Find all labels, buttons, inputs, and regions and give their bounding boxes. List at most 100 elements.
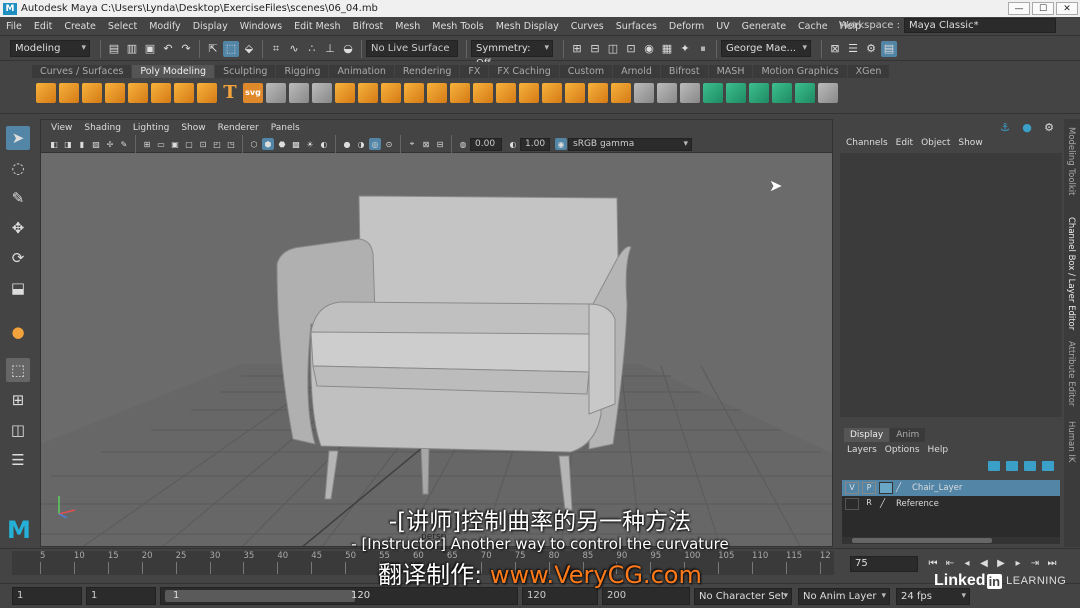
insert-edge-loop-icon[interactable] bbox=[680, 83, 700, 103]
exposure-field[interactable]: 0.00 bbox=[470, 137, 502, 151]
channel-box-help-icon[interactable]: ● bbox=[1019, 119, 1035, 135]
layer-menu-options[interactable]: Options bbox=[882, 445, 925, 455]
layer-tab-display[interactable]: Display bbox=[844, 428, 890, 442]
undo-icon[interactable]: ↶ bbox=[160, 41, 176, 57]
close-button[interactable]: ✕ bbox=[1056, 2, 1078, 15]
shelf-tab-sculpting[interactable]: Sculpting bbox=[215, 65, 276, 78]
shelf-tab-poly-modeling[interactable]: Poly Modeling bbox=[132, 65, 215, 78]
anim-layer-dropdown[interactable]: No Anim Layer bbox=[798, 587, 890, 605]
fill-hole-icon[interactable] bbox=[565, 83, 585, 103]
color-management-icon[interactable]: ◉ bbox=[555, 138, 567, 150]
film-gate-icon[interactable]: ▭ bbox=[155, 138, 167, 150]
light-editor-icon[interactable]: ✦ bbox=[677, 41, 693, 57]
viewport-menu-show[interactable]: Show bbox=[175, 123, 211, 133]
snap-point-icon[interactable]: ∴ bbox=[304, 41, 320, 57]
menu-mesh-tools[interactable]: Mesh Tools bbox=[426, 21, 489, 32]
safe-title-icon[interactable]: ◳ bbox=[225, 138, 237, 150]
select-object-icon[interactable]: ⬚ bbox=[223, 40, 239, 57]
camera-select-icon[interactable]: ◧ bbox=[48, 138, 60, 150]
viewport-menu-lighting[interactable]: Lighting bbox=[127, 123, 175, 133]
snap-view-icon[interactable]: ⊥ bbox=[322, 41, 338, 57]
menu-bifrost[interactable]: Bifrost bbox=[347, 21, 390, 32]
move-tool-icon[interactable]: ✥ bbox=[6, 216, 30, 240]
gamma-icon[interactable]: ◐ bbox=[507, 138, 519, 150]
lattice-icon[interactable] bbox=[289, 83, 309, 103]
shadows-icon[interactable]: ◐ bbox=[318, 138, 330, 150]
shelf-tab-rigging[interactable]: Rigging bbox=[276, 65, 329, 78]
channel-menu-object[interactable]: Object bbox=[917, 138, 954, 148]
menu-edit[interactable]: Edit bbox=[28, 21, 58, 32]
shelf-tab-fx-caching[interactable]: FX Caching bbox=[489, 65, 559, 78]
poly-svg-icon[interactable]: svg bbox=[243, 83, 263, 103]
exposure-icon[interactable]: ◍ bbox=[457, 138, 469, 150]
textured-icon[interactable]: ▩ bbox=[290, 138, 302, 150]
circularize-icon[interactable] bbox=[312, 83, 332, 103]
workspace-dropdown[interactable]: Maya Classic* bbox=[904, 18, 1056, 33]
image-plane-icon[interactable]: ▧ bbox=[90, 138, 102, 150]
menu-surfaces[interactable]: Surfaces bbox=[610, 21, 663, 32]
side-tab-modeling-toolkit[interactable]: Modeling Toolkit bbox=[1066, 127, 1076, 196]
hypershade-icon[interactable]: ◉ bbox=[641, 41, 657, 57]
move-layer-down-icon[interactable] bbox=[1006, 461, 1018, 471]
menu-windows[interactable]: Windows bbox=[234, 21, 288, 32]
outliner-layout-icon[interactable]: ☰ bbox=[6, 448, 30, 472]
make-live-icon[interactable] bbox=[266, 83, 286, 103]
save-scene-icon[interactable]: ▣ bbox=[142, 41, 158, 57]
side-tab-human-ik[interactable]: Human IK bbox=[1066, 421, 1076, 462]
single-view-icon[interactable]: ⬚ bbox=[6, 358, 30, 382]
menu-create[interactable]: Create bbox=[58, 21, 102, 32]
side-tab-channel-box[interactable]: Channel Box / Layer Editor bbox=[1066, 217, 1076, 330]
snap-grid-icon[interactable]: ⌗ bbox=[268, 41, 284, 57]
menu-mesh-display[interactable]: Mesh Display bbox=[490, 21, 565, 32]
last-tool-icon[interactable]: ● bbox=[6, 320, 30, 344]
gamma-field[interactable]: 1.00 bbox=[520, 137, 550, 151]
viewport-menu-renderer[interactable]: Renderer bbox=[212, 123, 265, 133]
planar-uv-icon[interactable] bbox=[703, 83, 723, 103]
channel-box-settings-icon[interactable]: ⚙ bbox=[1041, 119, 1057, 135]
grease-pencil-icon[interactable]: ✎ bbox=[118, 138, 130, 150]
layer-color-swatch[interactable] bbox=[879, 482, 893, 494]
resolution-gate-icon[interactable]: ▣ bbox=[169, 138, 181, 150]
poly-plane-icon[interactable] bbox=[128, 83, 148, 103]
shelf-tab-custom[interactable]: Custom bbox=[559, 65, 613, 78]
render-frame-icon[interactable]: ⊟ bbox=[587, 41, 603, 57]
layer-menu-help[interactable]: Help bbox=[925, 445, 954, 455]
channel-menu-edit[interactable]: Edit bbox=[892, 138, 917, 148]
four-view-icon[interactable]: ⊞ bbox=[6, 388, 30, 412]
shelf-tab-motion-graphics[interactable]: Motion Graphics bbox=[753, 65, 847, 78]
shelf-tab-bifrost[interactable]: Bifrost bbox=[660, 65, 708, 78]
gate-mask-icon[interactable]: ▢ bbox=[183, 138, 195, 150]
render-setup-icon[interactable]: ▦ bbox=[659, 41, 675, 57]
menu-modify[interactable]: Modify bbox=[143, 21, 186, 32]
connect-icon[interactable] bbox=[657, 83, 677, 103]
select-tool-icon[interactable]: ➤ bbox=[6, 126, 30, 150]
snap-surface-icon[interactable]: ◒ bbox=[340, 41, 356, 57]
shelf-tab-arnold[interactable]: Arnold bbox=[613, 65, 660, 78]
select-hierarchy-icon[interactable]: ⇱ bbox=[205, 41, 221, 57]
multi-cut-icon[interactable] bbox=[588, 83, 608, 103]
wireframe-icon[interactable]: ⬡ bbox=[248, 138, 260, 150]
menu-deform[interactable]: Deform bbox=[663, 21, 710, 32]
new-empty-layer-icon[interactable] bbox=[1024, 461, 1036, 471]
channel-menu-show[interactable]: Show bbox=[954, 138, 986, 148]
new-layer-from-selection-icon[interactable] bbox=[1042, 461, 1054, 471]
redo-icon[interactable]: ↷ bbox=[178, 41, 194, 57]
fps-dropdown[interactable]: 24 fps bbox=[896, 587, 970, 605]
render-view-icon[interactable]: ⊞ bbox=[569, 41, 585, 57]
poly-sphere-icon[interactable] bbox=[36, 83, 56, 103]
motion-blur-icon[interactable]: ◑ bbox=[355, 138, 367, 150]
automatic-uv-icon[interactable] bbox=[772, 83, 792, 103]
user-account-dropdown[interactable]: George Mae... bbox=[721, 40, 811, 57]
poly-pipe-icon[interactable] bbox=[197, 83, 217, 103]
paint-select-tool-icon[interactable]: ✎ bbox=[6, 186, 30, 210]
menu-select[interactable]: Select bbox=[102, 21, 143, 32]
select-component-icon[interactable]: ⬙ bbox=[241, 41, 257, 57]
anti-aliasing-icon[interactable]: ◎ bbox=[369, 138, 381, 150]
minimize-button[interactable]: — bbox=[1008, 2, 1030, 15]
character-set-dropdown[interactable]: No Character Set bbox=[694, 587, 792, 605]
menu-generate[interactable]: Generate bbox=[736, 21, 792, 32]
bookmark-icon[interactable]: ▮ bbox=[76, 138, 88, 150]
snap-curve-icon[interactable]: ∿ bbox=[286, 41, 302, 57]
maximize-button[interactable]: ☐ bbox=[1032, 2, 1054, 15]
spherical-uv-icon[interactable] bbox=[749, 83, 769, 103]
